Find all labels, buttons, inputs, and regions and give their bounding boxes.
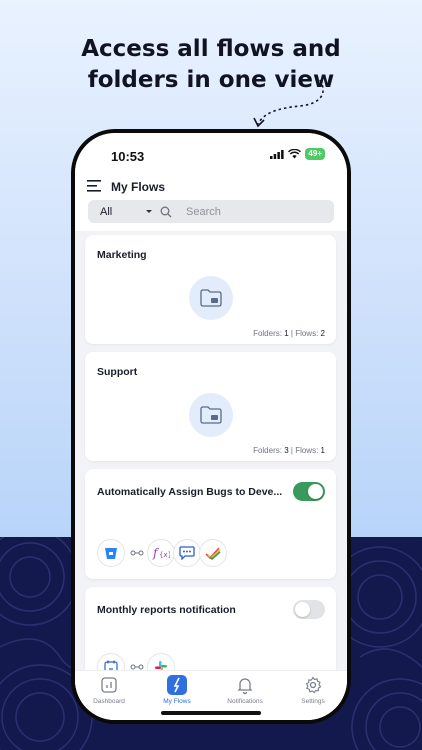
flow-name: Automatically Assign Bugs to Deve...: [97, 486, 283, 498]
folder-icon-badge: [189, 393, 233, 437]
flows-label: | Flows:: [290, 446, 319, 455]
folders-label: Folders:: [253, 329, 282, 338]
dotted-arrow-icon: [253, 79, 324, 128]
projects-icon: [199, 539, 227, 567]
promo-headline-line1: Access all flows and: [81, 36, 341, 62]
flows-count: 1: [320, 446, 325, 455]
battery-indicator: 49+: [305, 148, 325, 160]
filter-value: All: [100, 205, 113, 218]
gear-icon: [305, 676, 322, 694]
promo-headline: Access all flows and folders in one view: [0, 34, 422, 96]
home-indicator: [161, 711, 261, 715]
flow-card[interactable]: Automatically Assign Bugs to Deve... f {x…: [85, 469, 336, 579]
folder-icon-badge: [189, 276, 233, 320]
folders-count: 3: [284, 446, 289, 455]
folder-counts: Folders: 1 | Flows: 2: [253, 329, 325, 338]
search-icon: [160, 206, 172, 217]
tab-notifications[interactable]: Notifications: [211, 675, 279, 705]
signal-icon: [270, 149, 285, 159]
folder-icon: [200, 406, 222, 424]
folder-card-marketing[interactable]: Marketing Folders: 1 | Flows: 2: [85, 235, 336, 344]
bitbucket-icon: [97, 539, 125, 567]
flows-count: 2: [320, 329, 325, 338]
flows-icon: [167, 675, 187, 695]
folders-label: Folders:: [253, 446, 282, 455]
dashboard-icon: [101, 677, 117, 693]
cliq-icon: [173, 539, 201, 567]
link-icon: [130, 550, 144, 556]
tab-label: Settings: [301, 698, 325, 705]
tab-label: Notifications: [227, 698, 263, 705]
page-title: My Flows: [111, 180, 166, 194]
phone-screen: 10:53 49+ My Flows All Search Marketing …: [75, 133, 347, 720]
tab-label: Dashboard: [93, 698, 125, 705]
status-time: 10:53: [111, 149, 145, 164]
search-input[interactable]: Search: [186, 206, 221, 218]
folder-card-support[interactable]: Support Folders: 3 | Flows: 1: [85, 352, 336, 461]
phone-frame: 10:53 49+ My Flows All Search Marketing …: [71, 129, 351, 724]
wifi-icon: [288, 149, 302, 159]
flow-enabled-toggle[interactable]: [293, 482, 325, 501]
tab-my-flows[interactable]: My Flows: [143, 675, 211, 705]
menu-icon[interactable]: [87, 179, 103, 193]
chevron-down-icon: [146, 210, 152, 213]
tab-settings[interactable]: Settings: [279, 675, 347, 705]
toggle-knob: [295, 602, 310, 617]
folders-count: 1: [284, 329, 289, 338]
bell-icon: [237, 678, 253, 695]
svg-text:{x}: {x}: [159, 551, 170, 559]
tab-dashboard[interactable]: Dashboard: [75, 675, 143, 705]
promo-headline-line2: folders in one view: [87, 67, 335, 93]
flow-name: Monthly reports notification: [97, 604, 236, 616]
app-header: My Flows All Search: [75, 173, 347, 231]
status-bar: 10:53 49+: [75, 133, 347, 173]
folder-name: Support: [97, 366, 138, 378]
folder-counts: Folders: 3 | Flows: 1: [253, 446, 325, 455]
search-bar: All Search: [88, 200, 334, 223]
function-icon: f{x}: [147, 539, 175, 567]
toggle-knob: [308, 484, 323, 499]
filter-dropdown[interactable]: All: [88, 200, 158, 223]
folder-icon: [200, 289, 222, 307]
flows-label: | Flows:: [290, 329, 319, 338]
flow-enabled-toggle[interactable]: [293, 600, 325, 619]
status-icons: 49+: [270, 148, 325, 160]
tab-label: My Flows: [163, 698, 191, 705]
folder-name: Marketing: [97, 249, 147, 261]
